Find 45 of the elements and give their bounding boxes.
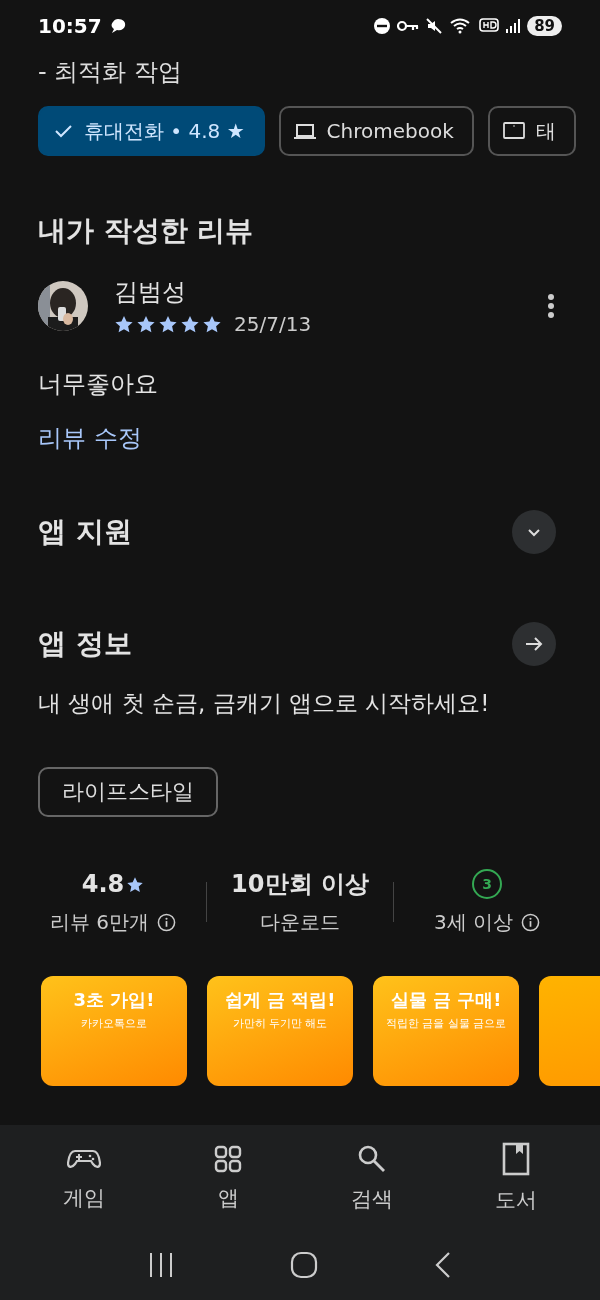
grid-icon <box>213 1143 243 1174</box>
nav-tab[interactable]: 도서 <box>466 1140 566 1215</box>
tablet-icon <box>501 120 526 142</box>
screenshot-caption: 가만히 두기만 해도 <box>232 1016 328 1031</box>
stat-value: 4.8 <box>81 870 125 898</box>
stat-caption: 리뷰 6만개 <box>49 909 150 936</box>
info-icon[interactable] <box>157 913 177 932</box>
stat-caption: 다운로드 <box>260 909 340 936</box>
nav-tab[interactable]: 앱 <box>178 1142 278 1213</box>
more-icon[interactable] <box>547 293 555 319</box>
section-heading: 내가 작성한 리뷰 <box>37 213 255 249</box>
category-chip[interactable]: 라이프스타일 <box>38 767 218 817</box>
device-chip[interactable]: 태 <box>487 106 576 156</box>
star-icon <box>126 875 145 893</box>
mute-icon <box>425 17 444 35</box>
book-icon <box>502 1141 530 1176</box>
arrow-button[interactable] <box>512 622 556 666</box>
screenshot-title: 쉽게 금 적립! <box>224 988 336 1012</box>
signal-icon <box>505 18 522 34</box>
nav-tab[interactable]: 게임 <box>34 1142 134 1213</box>
nav-tab[interactable]: 검색 <box>322 1141 422 1214</box>
section-heading: 앱 정보 <box>38 626 132 662</box>
review-text: 너무좋아요 <box>37 369 159 400</box>
info-icon[interactable] <box>521 913 541 932</box>
screenshot-title: 실물 금 구매! <box>390 988 502 1012</box>
screenshot-title: 3초 가입! <box>73 988 155 1012</box>
hd-icon <box>479 17 500 35</box>
stat-caption: 3세 이상 <box>433 909 514 936</box>
key-icon <box>397 19 420 33</box>
screenshot-caption: 적립한 금을 실물 금으로 <box>385 1016 507 1031</box>
home-icon[interactable] <box>290 1251 318 1279</box>
screenshot-caption: 카카오톡으로 <box>81 1016 147 1031</box>
device-chip[interactable]: 휴대전화 • 4.8 ★ <box>38 106 265 156</box>
do-not-disturb-icon <box>373 17 392 35</box>
app-description: 내 생애 첫 순금, 금캐기 앱으로 시작하세요! <box>37 689 491 718</box>
status-time: 10:57 <box>38 14 102 38</box>
description-line: - 최적화 작업 <box>37 57 183 88</box>
stat-value: 10만회 이상 <box>231 869 369 900</box>
battery-level: 89 <box>527 16 562 36</box>
reviewer-name: 김범성 <box>114 277 187 308</box>
edit-review-link[interactable]: 리뷰 수정 <box>38 424 142 452</box>
device-chip[interactable]: Chromebook <box>278 106 474 156</box>
section-heading: 앱 지원 <box>38 514 132 550</box>
review-date: 25/7/13 <box>234 312 312 336</box>
age-rating-badge: 3 <box>472 869 502 899</box>
